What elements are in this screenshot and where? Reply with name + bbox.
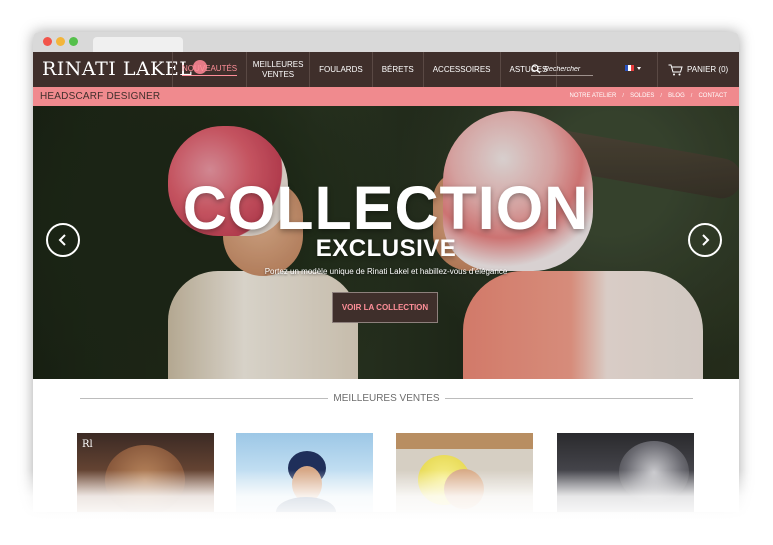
link-blog[interactable]: BLOG [668, 93, 685, 99]
search-icon[interactable] [531, 64, 541, 74]
logo-text: RINATI LAKEL [42, 58, 193, 80]
minimize-dot-icon[interactable] [56, 37, 65, 46]
brand-logo-tag: Rl [82, 439, 93, 450]
separator: / [660, 93, 663, 99]
link-notre-atelier[interactable]: NOTRE ATELIER [569, 93, 616, 99]
search-box [531, 63, 593, 76]
divider [80, 397, 329, 399]
hero-subtitle: EXCLUSIVE [315, 235, 457, 262]
chevron-right-icon [702, 234, 710, 246]
language-selector[interactable] [625, 65, 641, 71]
search-input[interactable] [544, 65, 592, 73]
close-dot-icon[interactable] [43, 37, 52, 46]
secondary-links: NOTRE ATELIER / SOLDES / BLOG / CONTACT [569, 93, 727, 99]
slider-prev-button[interactable] [46, 223, 80, 257]
view-collection-button[interactable]: VOIR LA COLLECTION [332, 292, 438, 323]
cart-button[interactable]: PANIER (0) [657, 52, 739, 87]
main-nav: RINATI LAKEL Nouveautés Meilleures vente… [33, 52, 739, 87]
nav-item-berets[interactable]: Bérets [371, 52, 423, 87]
link-soldes[interactable]: SOLDES [630, 93, 654, 99]
divider [444, 397, 693, 399]
chevron-left-icon [58, 234, 66, 246]
hero-title: COLLECTION [182, 174, 590, 242]
best-sellers-heading: MEILLEURES VENTES [80, 392, 693, 404]
browser-chrome [33, 32, 739, 52]
french-flag-icon [625, 65, 634, 71]
maximize-dot-icon[interactable] [69, 37, 78, 46]
reflection-fade [0, 470, 773, 545]
sub-navigation-bar: HEADSCARF DESIGNER NOTRE ATELIER / SOLDE… [33, 87, 739, 106]
nav-menu: Nouveautés Meilleures ventes Foulards Bé… [172, 52, 558, 87]
separator: / [690, 93, 693, 99]
separator: / [622, 93, 625, 99]
site-tagline: HEADSCARF DESIGNER [40, 91, 161, 102]
cart-label: PANIER (0) [687, 65, 729, 74]
browser-window: RINATI LAKEL Nouveautés Meilleures vente… [33, 32, 739, 512]
slider-next-button[interactable] [688, 223, 722, 257]
chevron-down-icon [637, 66, 641, 70]
nav-item-foulards[interactable]: Foulards [309, 52, 372, 87]
hero-slider: COLLECTION EXCLUSIVE Portez un modèle un… [33, 106, 739, 379]
cart-icon [668, 64, 683, 75]
section-title-text: MEILLEURES VENTES [333, 392, 440, 404]
nav-item-nouveautes[interactable]: Nouveautés [172, 52, 246, 87]
nav-item-accessoires[interactable]: Accessoires [422, 52, 500, 87]
link-contact[interactable]: CONTACT [698, 93, 727, 99]
nav-item-meilleures-ventes[interactable]: Meilleures ventes [246, 52, 309, 87]
hero-description: Portez un modèle unique de Rinati Lakel … [264, 267, 508, 276]
browser-tab[interactable] [93, 37, 183, 52]
